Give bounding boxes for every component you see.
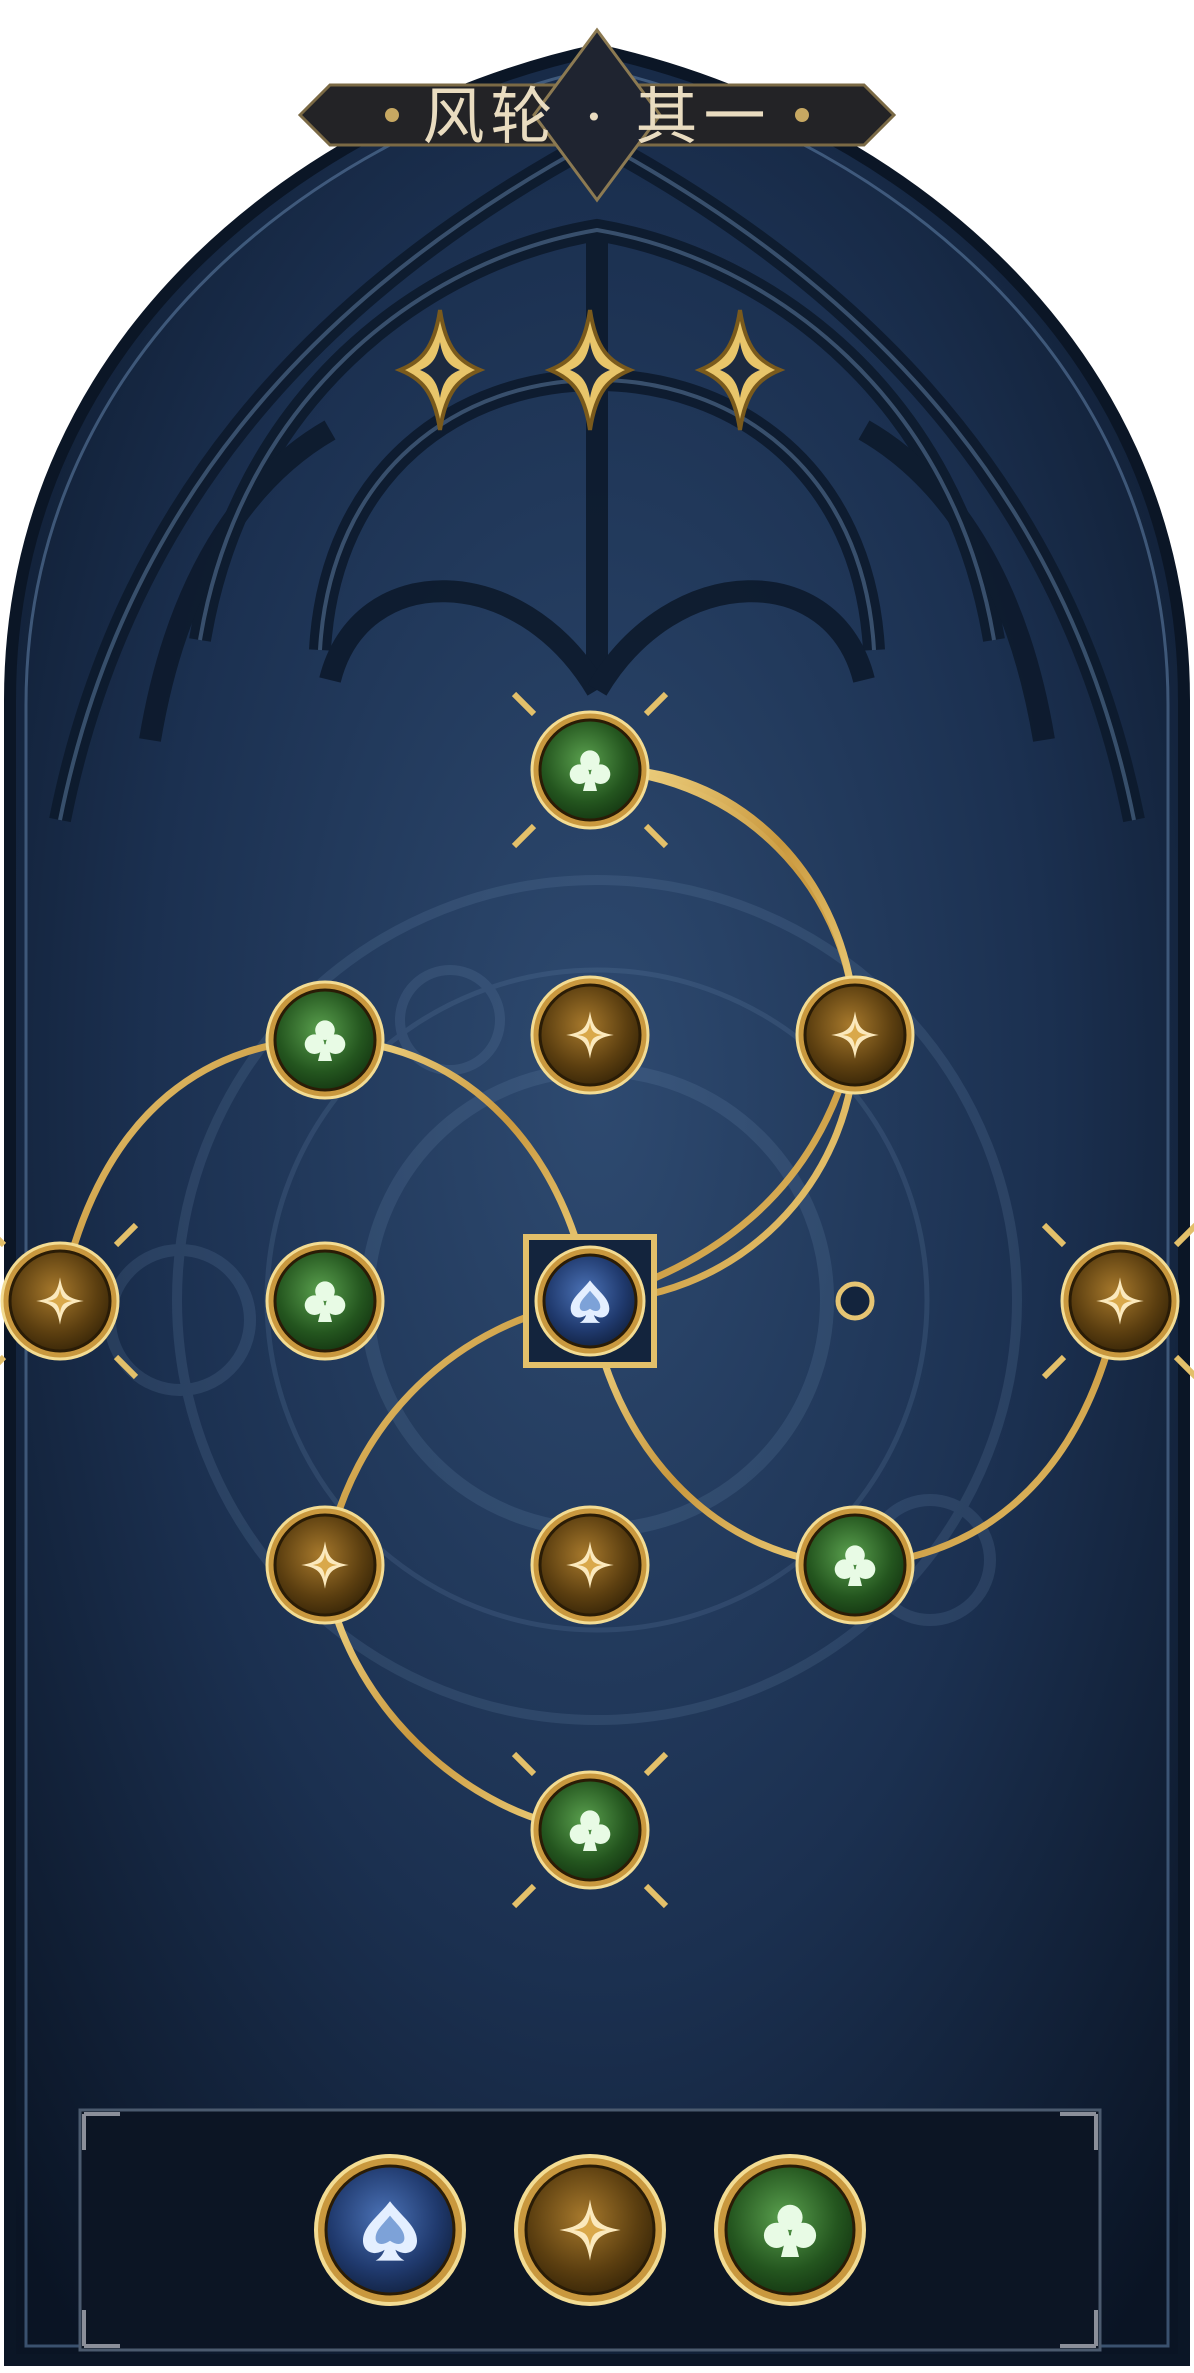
- rune-node-lower-left[interactable]: [265, 1505, 385, 1625]
- legend-item-spade[interactable]: [314, 2154, 466, 2306]
- rune-node-lower-right[interactable]: [795, 1505, 915, 1625]
- legend-panel: [78, 2108, 1102, 2352]
- rune-node-left-mid[interactable]: [265, 1241, 385, 1361]
- page-title: 风轮 · 其一: [422, 80, 771, 153]
- rune-node-center[interactable]: [534, 1245, 646, 1357]
- legend-item-diamond[interactable]: [514, 2154, 666, 2306]
- rune-board-screen: 风轮 · 其一: [0, 0, 1194, 2373]
- rune-node-upper-left[interactable]: [265, 980, 385, 1100]
- legend-item-club[interactable]: [714, 2154, 866, 2306]
- empty-slot[interactable]: [835, 1281, 875, 1321]
- board-canvas: 风轮 · 其一: [0, 27, 1194, 2366]
- banner-ornament-icon: [385, 108, 399, 122]
- rune-node-bottom-mid[interactable]: [530, 1505, 650, 1625]
- rune-node-upper-right[interactable]: [795, 975, 915, 1095]
- banner-ornament-icon: [795, 108, 809, 122]
- rune-node-top-mid[interactable]: [530, 975, 650, 1095]
